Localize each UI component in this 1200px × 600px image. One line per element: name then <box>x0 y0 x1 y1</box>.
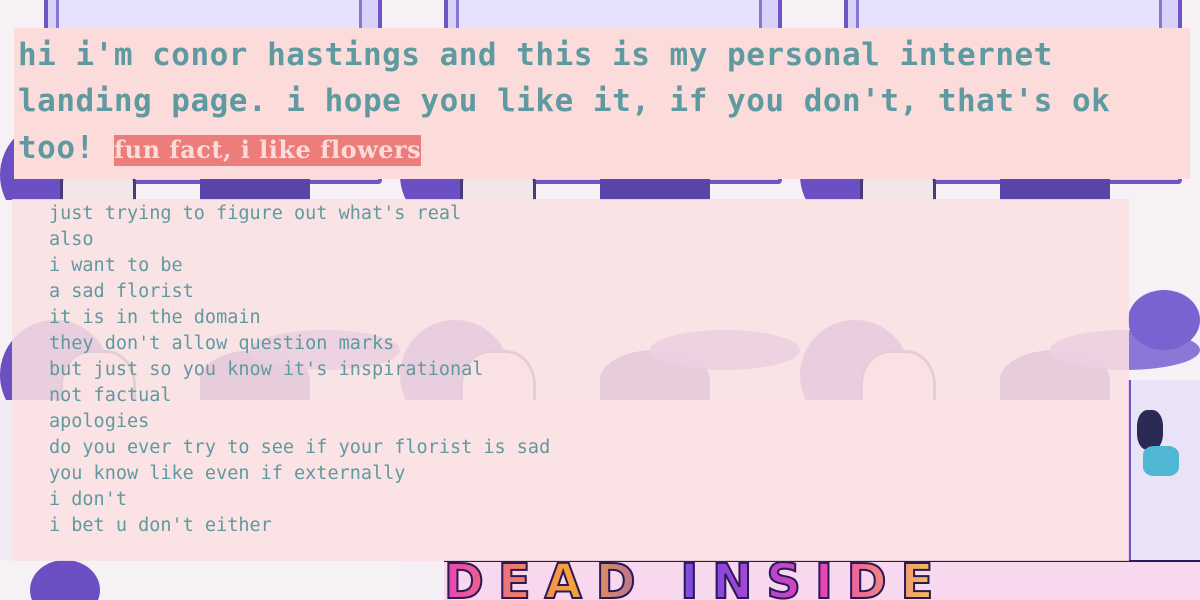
fun-fact-highlight: fun fact, i like flowers <box>113 135 422 166</box>
poem-line: do you ever try to see if your florist i… <box>49 437 551 458</box>
poem-card: just trying to figure out what's real al… <box>12 199 1129 561</box>
poem-line: i don't <box>49 489 127 510</box>
plate-decoration <box>1128 290 1200 350</box>
poem-line: also <box>49 229 94 250</box>
poem-line: a sad florist <box>49 281 194 302</box>
poem-line: they don't allow question marks <box>49 333 395 354</box>
poem-line: not factual <box>49 385 172 406</box>
poem-line: i bet u don't either <box>49 515 272 536</box>
poem-line: i want to be <box>49 255 183 276</box>
poem-line: it is in the domain <box>49 307 261 328</box>
intro-text: hi i'm conor hastings and this is my per… <box>18 32 1186 176</box>
poem-line: you know like even if externally <box>49 463 406 484</box>
dead-inside-banner: DEAD INSIDE <box>443 557 1200 600</box>
poem-line: just trying to figure out what's real <box>49 203 462 224</box>
poem-line: apologies <box>49 411 150 432</box>
intro-card: hi i'm conor hastings and this is my per… <box>14 28 1190 179</box>
side-thumbnail <box>1128 380 1200 560</box>
poem-line: but just so you know it's inspirational <box>49 359 484 380</box>
